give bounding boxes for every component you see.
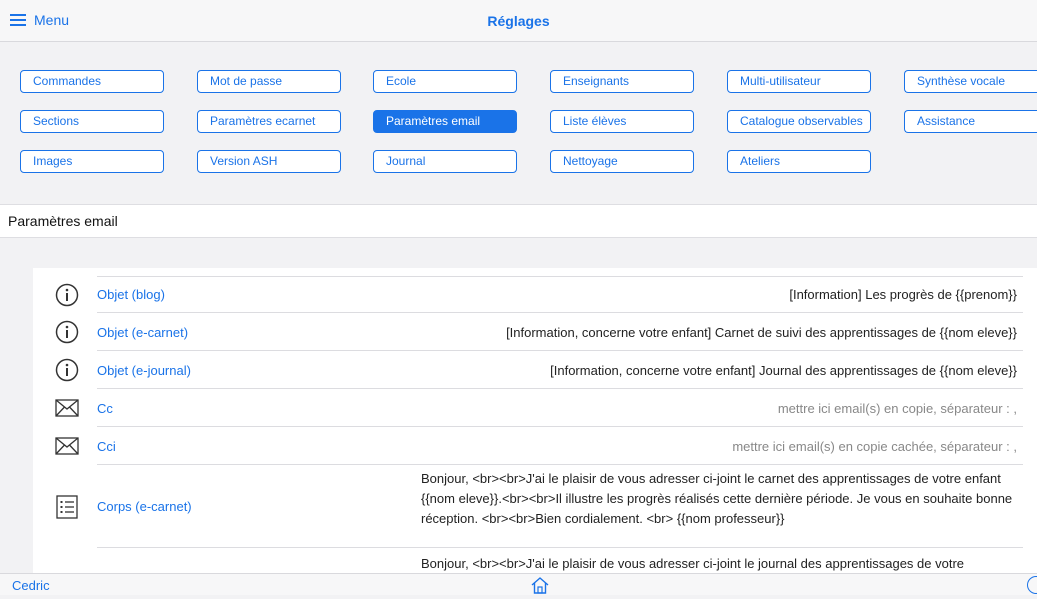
- help-icon[interactable]: [1027, 576, 1037, 594]
- top-bar: Menu Réglages: [0, 0, 1037, 42]
- envelope-icon: [53, 399, 81, 417]
- setting-label[interactable]: Cc: [97, 401, 113, 416]
- setting-value[interactable]: Bonjour, <br><br>J'ai le plaisir de vous…: [421, 469, 1017, 529]
- button-parametres-ecarnet[interactable]: Paramètres ecarnet: [197, 110, 341, 133]
- button-catalogue-observables[interactable]: Catalogue observables: [727, 110, 871, 133]
- setting-value[interactable]: [Information, concerne votre enfant] Jou…: [550, 363, 1017, 378]
- setting-label[interactable]: Objet (e-journal): [97, 363, 191, 378]
- list-icon: [53, 494, 81, 519]
- user-name[interactable]: Cedric: [12, 578, 50, 593]
- button-sections[interactable]: Sections: [20, 110, 164, 133]
- email-settings-list: Objet (blog) [Information] Les progrès d…: [33, 268, 1037, 574]
- button-version-ash[interactable]: Version ASH: [197, 150, 341, 173]
- setting-row-corps-e-journal[interactable]: Bonjour, <br><br>J'ai le plaisir de vous…: [33, 548, 1037, 574]
- setting-value[interactable]: Bonjour, <br><br>J'ai le plaisir de vous…: [421, 554, 1017, 574]
- button-mot-de-passe[interactable]: Mot de passe: [197, 70, 341, 93]
- page-title: Réglages: [487, 13, 550, 29]
- button-journal[interactable]: Journal: [373, 150, 517, 173]
- info-icon: [53, 358, 81, 382]
- button-multi-utilisateur[interactable]: Multi-utilisateur: [727, 70, 871, 93]
- setting-placeholder[interactable]: mettre ici email(s) en copie, séparateur…: [778, 401, 1017, 416]
- setting-row-cc[interactable]: Cc mettre ici email(s) en copie, séparat…: [33, 389, 1037, 427]
- button-nettoyage[interactable]: Nettoyage: [550, 150, 694, 173]
- setting-label[interactable]: Objet (e-carnet): [97, 325, 188, 340]
- button-ecole[interactable]: Ecole: [373, 70, 517, 93]
- setting-row-cci[interactable]: Cci mettre ici email(s) en copie cachée,…: [33, 427, 1037, 465]
- button-images[interactable]: Images: [20, 150, 164, 173]
- bottom-bar: Cedric: [0, 573, 1037, 595]
- setting-label[interactable]: Objet (blog): [97, 287, 165, 302]
- button-commandes[interactable]: Commandes: [20, 70, 164, 93]
- button-parametres-email[interactable]: Paramètres email: [373, 110, 517, 133]
- setting-label[interactable]: Cci: [97, 439, 116, 454]
- home-icon[interactable]: [530, 576, 550, 599]
- setting-value[interactable]: [Information, concerne votre enfant] Car…: [506, 325, 1017, 340]
- setting-label[interactable]: Corps (e-carnet): [97, 499, 192, 514]
- button-synthese-vocale[interactable]: Synthèse vocale: [904, 70, 1037, 93]
- button-enseignants[interactable]: Enseignants: [550, 70, 694, 93]
- info-icon: [53, 283, 81, 307]
- setting-row-objet-e-carnet[interactable]: Objet (e-carnet) [Information, concerne …: [33, 313, 1037, 351]
- button-ateliers[interactable]: Ateliers: [727, 150, 871, 173]
- setting-row-objet-e-journal[interactable]: Objet (e-journal) [Information, concerne…: [33, 351, 1037, 389]
- info-icon: [53, 320, 81, 344]
- settings-button-grid: Commandes Mot de passe Ecole Enseignants…: [0, 42, 1037, 204]
- envelope-icon: [53, 437, 81, 455]
- setting-placeholder[interactable]: mettre ici email(s) en copie cachée, sép…: [732, 439, 1017, 454]
- setting-value[interactable]: [Information] Les progrès de {{prenom}}: [789, 287, 1017, 302]
- setting-row-objet-blog[interactable]: Objet (blog) [Information] Les progrès d…: [33, 276, 1037, 313]
- setting-row-corps-e-carnet[interactable]: Corps (e-carnet) Bonjour, <br><br>J'ai l…: [33, 465, 1037, 548]
- section-title: Paramètres email: [0, 204, 1037, 238]
- button-liste-eleves[interactable]: Liste élèves: [550, 110, 694, 133]
- button-assistance[interactable]: Assistance: [904, 110, 1037, 133]
